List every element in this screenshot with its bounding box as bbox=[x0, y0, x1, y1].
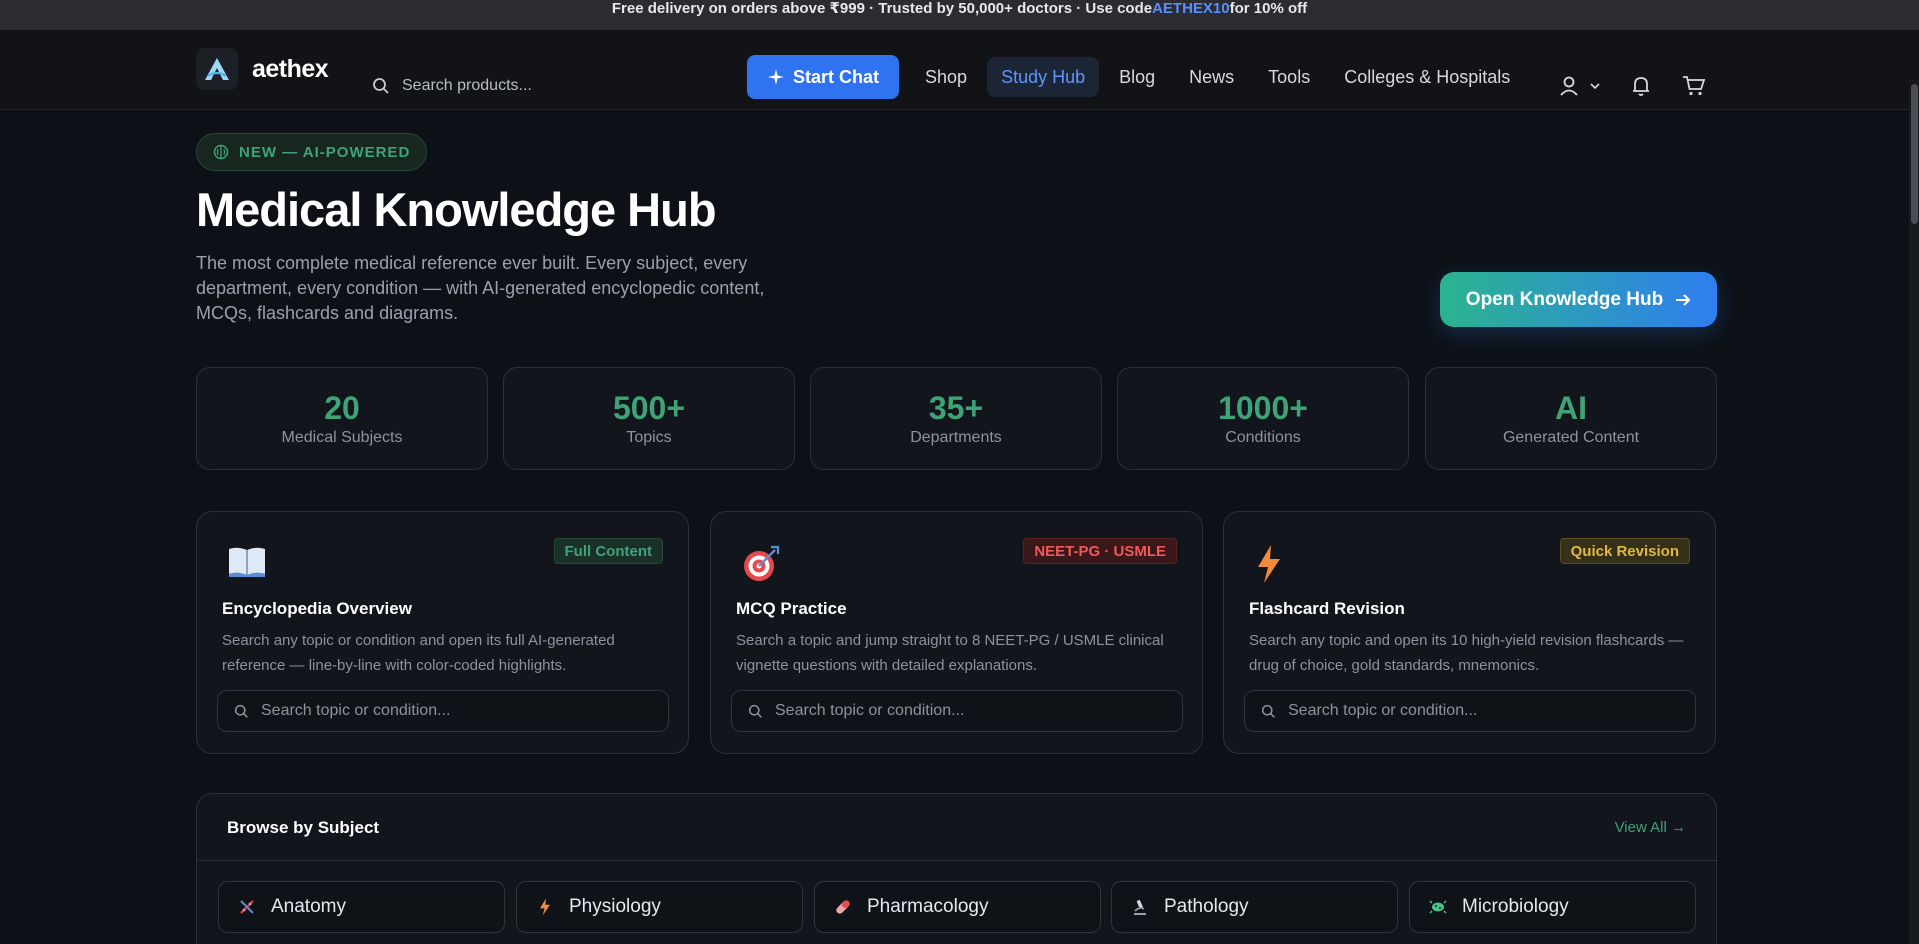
full-content-tag: Full Content bbox=[553, 538, 663, 564]
search-input[interactable]: Search products... bbox=[402, 77, 532, 95]
subject-microbiology[interactable]: Microbiology bbox=[1409, 881, 1696, 933]
lightning-icon bbox=[540, 898, 550, 916]
view-all-link[interactable]: View All → bbox=[1615, 819, 1686, 836]
logo-mark-icon bbox=[196, 48, 238, 90]
search-icon bbox=[1261, 704, 1275, 718]
chevron-down-icon bbox=[1590, 83, 1600, 90]
encyclopedia-card[interactable]: Full Content Encyclopedia Overview Searc… bbox=[196, 511, 689, 754]
stat-card: 35+ Departments bbox=[810, 367, 1102, 470]
logo-text: aethex bbox=[252, 54, 329, 83]
stat-value: AI bbox=[1555, 390, 1587, 426]
search-placeholder: Search topic or condition... bbox=[261, 702, 451, 719]
microscope-icon bbox=[1134, 900, 1146, 915]
start-chat-button[interactable]: Start Chat bbox=[747, 55, 900, 99]
flashcard-card[interactable]: Quick Revision Flashcard Revision Search… bbox=[1223, 511, 1716, 754]
search-icon bbox=[234, 704, 248, 718]
stat-label: Generated Content bbox=[1502, 429, 1640, 446]
stat-value: 500+ bbox=[612, 390, 686, 426]
new-badge: NEW — AI-POWERED bbox=[196, 133, 428, 171]
card-title: Flashcard Revision bbox=[1249, 599, 1405, 618]
announcement-bar: Free delivery on orders above ₹999 · Tru… bbox=[0, 0, 1919, 30]
stat-value: 20 bbox=[324, 390, 360, 426]
search-icon bbox=[373, 78, 389, 94]
target-icon bbox=[741, 544, 781, 593]
lightning-icon bbox=[1254, 544, 1284, 593]
microbe-icon bbox=[1429, 900, 1447, 914]
hero-description: The most complete medical reference ever… bbox=[196, 253, 765, 323]
card-title: MCQ Practice bbox=[736, 599, 847, 618]
badge-label: NEW — AI-POWERED bbox=[239, 143, 411, 161]
card-description: Search a topic and jump straight to 8 NE… bbox=[736, 632, 1164, 674]
book-icon bbox=[227, 544, 267, 587]
nav-tools[interactable]: Tools bbox=[1254, 57, 1324, 97]
subject-label: Microbiology bbox=[1462, 896, 1569, 917]
card-description: Search any topic and open its 10 high-yi… bbox=[1249, 632, 1684, 674]
stat-label: Topics bbox=[626, 429, 672, 446]
announcement-text: Free delivery on orders above ₹999 · Tru… bbox=[611, 0, 1153, 17]
arrow-right-icon bbox=[1676, 293, 1691, 306]
search-placeholder: Search topic or condition... bbox=[1288, 702, 1478, 719]
nav-shop[interactable]: Shop bbox=[911, 57, 981, 97]
subject-label: Pathology bbox=[1164, 896, 1249, 917]
card-description: Search any topic or condition and open i… bbox=[222, 632, 615, 674]
card-title: Encyclopedia Overview bbox=[222, 599, 412, 618]
bell-icon[interactable] bbox=[1630, 75, 1652, 97]
scrollbar-thumb[interactable] bbox=[1911, 84, 1918, 224]
stat-card: AI Generated Content bbox=[1425, 367, 1717, 470]
dna-icon bbox=[240, 900, 254, 914]
subject-pathology[interactable]: Pathology bbox=[1111, 881, 1398, 933]
exam-tag: NEET-PG · USMLE bbox=[1023, 538, 1177, 564]
stat-card: 20 Medical Subjects bbox=[196, 367, 488, 470]
open-knowledge-hub-button[interactable]: Open Knowledge Hub bbox=[1440, 272, 1717, 327]
stat-label: Conditions bbox=[1225, 429, 1301, 446]
encyclopedia-search-input[interactable]: Search topic or condition... bbox=[217, 690, 669, 732]
stat-label: Medical Subjects bbox=[281, 429, 403, 446]
subject-label: Anatomy bbox=[271, 896, 346, 917]
open-knowledge-hub-label: Open Knowledge Hub bbox=[1465, 288, 1664, 310]
site-header: aethex Search products... Start Chat Sho… bbox=[0, 30, 1919, 110]
user-icon bbox=[1560, 76, 1578, 96]
start-chat-label: Start Chat bbox=[793, 66, 880, 87]
main-nav: Start Chat Shop Study Hub Blog News Tool… bbox=[747, 55, 1530, 99]
pill-icon bbox=[836, 900, 850, 914]
nav-news[interactable]: News bbox=[1175, 57, 1248, 97]
mcq-search-input[interactable]: Search topic or condition... bbox=[731, 690, 1183, 732]
browse-by-subject: Browse by Subject View All → Anatomy Phy… bbox=[196, 793, 1717, 944]
product-search[interactable]: Search products... bbox=[372, 77, 532, 95]
stat-card: 1000+ Conditions bbox=[1117, 367, 1409, 470]
promo-code: AETHEX10 bbox=[1152, 0, 1230, 17]
subject-physiology[interactable]: Physiology bbox=[516, 881, 803, 933]
search-icon bbox=[748, 704, 762, 718]
page-title: Medical Knowledge Hub bbox=[196, 183, 717, 236]
nav-study-hub[interactable]: Study Hub bbox=[987, 57, 1100, 97]
browse-title: Browse by Subject bbox=[227, 818, 380, 837]
nav-colleges-hospitals[interactable]: Colleges & Hospitals bbox=[1330, 57, 1524, 97]
stat-card: 500+ Topics bbox=[503, 367, 795, 470]
stat-value: 1000+ bbox=[1218, 390, 1308, 426]
sparkle-icon bbox=[768, 69, 784, 85]
announcement-text-end: for 10% off bbox=[1229, 0, 1308, 17]
stat-value: 35+ bbox=[928, 390, 984, 426]
browse-header: Browse by Subject View All → bbox=[197, 794, 1716, 861]
flashcard-search-input[interactable]: Search topic or condition... bbox=[1244, 690, 1696, 732]
stat-label: Departments bbox=[910, 429, 1002, 446]
search-placeholder: Search topic or condition... bbox=[775, 702, 965, 719]
subject-label: Physiology bbox=[569, 896, 661, 917]
quick-revision-tag: Quick Revision bbox=[1559, 538, 1690, 564]
subject-pharmacology[interactable]: Pharmacology bbox=[814, 881, 1101, 933]
logo[interactable]: aethex bbox=[196, 48, 329, 90]
header-actions bbox=[1558, 75, 1706, 97]
brain-icon bbox=[213, 144, 229, 160]
nav-blog[interactable]: Blog bbox=[1105, 57, 1169, 97]
cart-icon[interactable] bbox=[1682, 75, 1706, 97]
mcq-practice-card[interactable]: NEET-PG · USMLE MCQ Practice Search a to… bbox=[710, 511, 1203, 754]
account-menu[interactable] bbox=[1558, 75, 1600, 97]
subject-anatomy[interactable]: Anatomy bbox=[218, 881, 505, 933]
subject-label: Pharmacology bbox=[867, 896, 989, 917]
